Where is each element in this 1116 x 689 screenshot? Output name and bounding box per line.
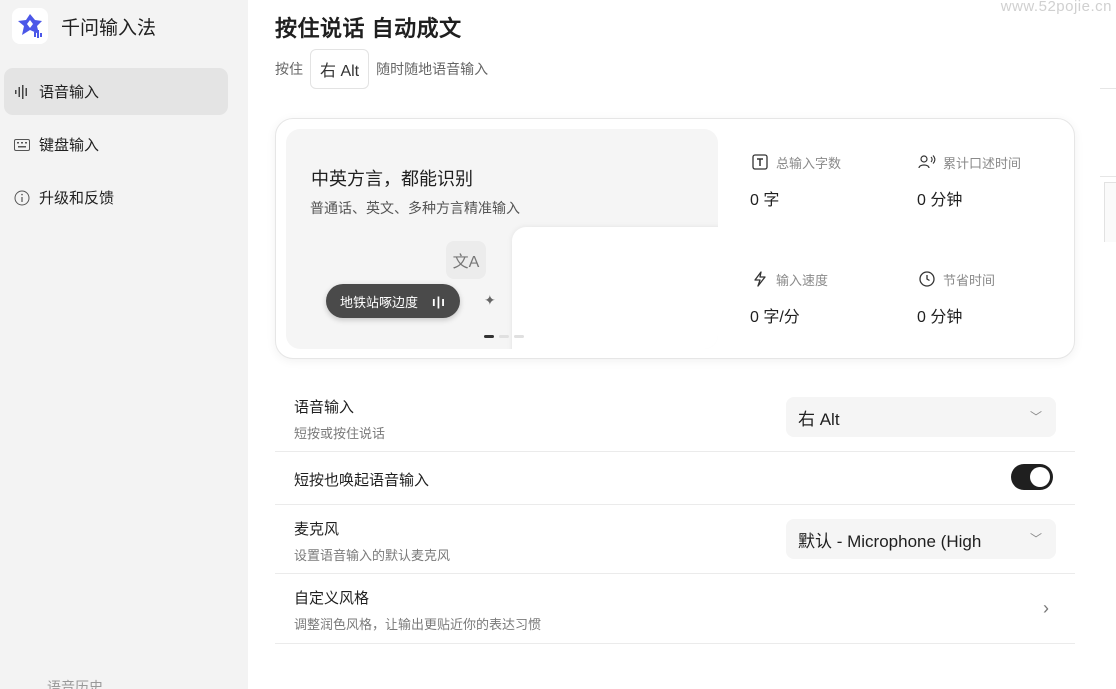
sidebar-item-label: 键盘输入	[39, 137, 100, 154]
sidebar-item-label: 升级和反馈	[39, 190, 115, 207]
setting-title: 短按也唤起语音输入	[294, 472, 430, 489]
select-value: 默认 - Microphone (High	[798, 531, 982, 551]
stat-time-saved: 节省时间 0 分钟	[917, 268, 1067, 327]
setting-title: 自定义风格	[294, 590, 370, 607]
section-heading-history: 语音历史	[47, 679, 103, 689]
stat-input-speed: 输入速度 0 字/分	[750, 268, 900, 327]
feature-card: 中英方言，都能识别 普通话、英文、多种方言精准输入 文A 地铁站啄边度 ı|ı …	[275, 118, 1075, 359]
hotkey-badge: 右 Alt	[310, 49, 370, 89]
app-logo-icon	[12, 8, 48, 44]
sidebar-item-upgrade-feedback[interactable]: 升级和反馈	[4, 174, 228, 221]
setting-title: 麦克风	[294, 521, 340, 538]
settings-list: 语音输入 短按或按住说话 右 Alt ﹀ 短按也唤起语音输入 麦克风 设置语音输…	[275, 383, 1075, 644]
sidebar-item-label: 语音输入	[39, 84, 100, 101]
stat-dictation-time: 累计口述时间 0 分钟	[917, 151, 1067, 210]
toggle-knob	[1030, 467, 1050, 487]
setting-desc: 短按或按住说话	[294, 426, 386, 441]
stat-value: 0 字/分	[750, 309, 800, 326]
sidebar-item-voice-input[interactable]: 语音输入	[4, 68, 228, 115]
page-subtitle: 按住 右 Alt 随时随地语音输入	[275, 49, 488, 89]
subtitle-suffix: 随时随地语音输入	[376, 61, 489, 77]
keyboard-icon	[12, 135, 32, 155]
clock-icon	[917, 269, 937, 289]
scrollbar[interactable]	[1104, 182, 1116, 242]
setting-title: 语音输入	[294, 399, 355, 416]
carousel-dot[interactable]	[499, 335, 509, 338]
select-value: 右 Alt	[798, 409, 840, 429]
voice-hotkey-select[interactable]: 右 Alt ﹀	[786, 397, 1056, 437]
setting-short-press: 短按也唤起语音输入	[275, 452, 1075, 505]
subtitle-prefix: 按住	[275, 61, 303, 77]
stat-value: 0 分钟	[917, 309, 963, 326]
short-press-toggle[interactable]	[1011, 464, 1053, 490]
main-panel: www.52pojie.cn 按住说话 自动成文 按住 右 Alt 随时随地语音…	[248, 0, 1116, 689]
setting-custom-style[interactable]: 自定义风格 调整润色风格，让输出更贴近你的表达习惯 ›	[275, 574, 1075, 644]
stat-total-chars: 总输入字数 0 字	[750, 151, 900, 210]
setting-microphone: 麦克风 设置语音输入的默认麦克风 默认 - Microphone (High ﹀	[275, 505, 1075, 574]
voice-wave-icon: ı|ı	[432, 293, 446, 309]
feature-description: 普通话、英文、多种方言精准输入	[310, 200, 520, 216]
voice-pill: 地铁站啄边度 ı|ı	[326, 284, 460, 318]
speaker-icon	[917, 152, 937, 172]
stat-value: 0 分钟	[917, 192, 963, 209]
carousel-dot[interactable]	[514, 335, 524, 338]
watermark: www.52pojie.cn	[1000, 0, 1112, 15]
sidebar: 千问输入法 语音输入 键盘输入 升级和反馈	[0, 0, 248, 689]
stat-label: 累计口述时间	[943, 155, 1022, 171]
text-icon	[750, 152, 770, 172]
stat-value: 0 字	[750, 192, 780, 209]
sidebar-item-keyboard-input[interactable]: 键盘输入	[4, 121, 228, 168]
chevron-down-icon: ﹀	[1029, 410, 1042, 424]
carousel-dot-active[interactable]	[484, 335, 494, 338]
setting-voice-input: 语音输入 短按或按住说话 右 Alt ﹀	[275, 383, 1075, 452]
feature-illustration: 中英方言，都能识别 普通话、英文、多种方言精准输入 文A 地铁站啄边度 ı|ı …	[286, 129, 718, 349]
microphone-select[interactable]: 默认 - Microphone (High ﹀	[786, 519, 1056, 559]
app-name: 千问输入法	[61, 17, 157, 39]
sidebar-nav: 语音输入 键盘输入 升级和反馈	[4, 68, 228, 227]
lightning-icon	[750, 269, 770, 289]
voice-pill-text: 地铁站啄边度	[340, 294, 419, 310]
chevron-right-icon: ›	[1043, 598, 1049, 618]
feature-heading: 中英方言，都能识别	[311, 169, 473, 189]
carousel-dots	[484, 335, 524, 338]
divider	[1100, 176, 1116, 177]
page-title: 按住说话 自动成文	[275, 16, 462, 41]
setting-desc: 设置语音输入的默认麦克风	[294, 548, 451, 563]
chevron-down-icon: ﹀	[1029, 532, 1042, 546]
demo-window	[512, 227, 718, 349]
voice-wave-icon	[12, 82, 32, 102]
stat-label: 总输入字数	[776, 155, 842, 171]
stat-label: 节省时间	[943, 272, 996, 288]
stat-label: 输入速度	[776, 272, 829, 288]
sparkle-icon: ✦	[484, 292, 496, 308]
divider	[1100, 88, 1116, 89]
brand: 千问输入法	[12, 8, 156, 44]
translate-icon: 文A	[446, 241, 486, 279]
setting-desc: 调整润色风格，让输出更贴近你的表达习惯	[294, 617, 542, 632]
info-icon	[12, 188, 32, 208]
